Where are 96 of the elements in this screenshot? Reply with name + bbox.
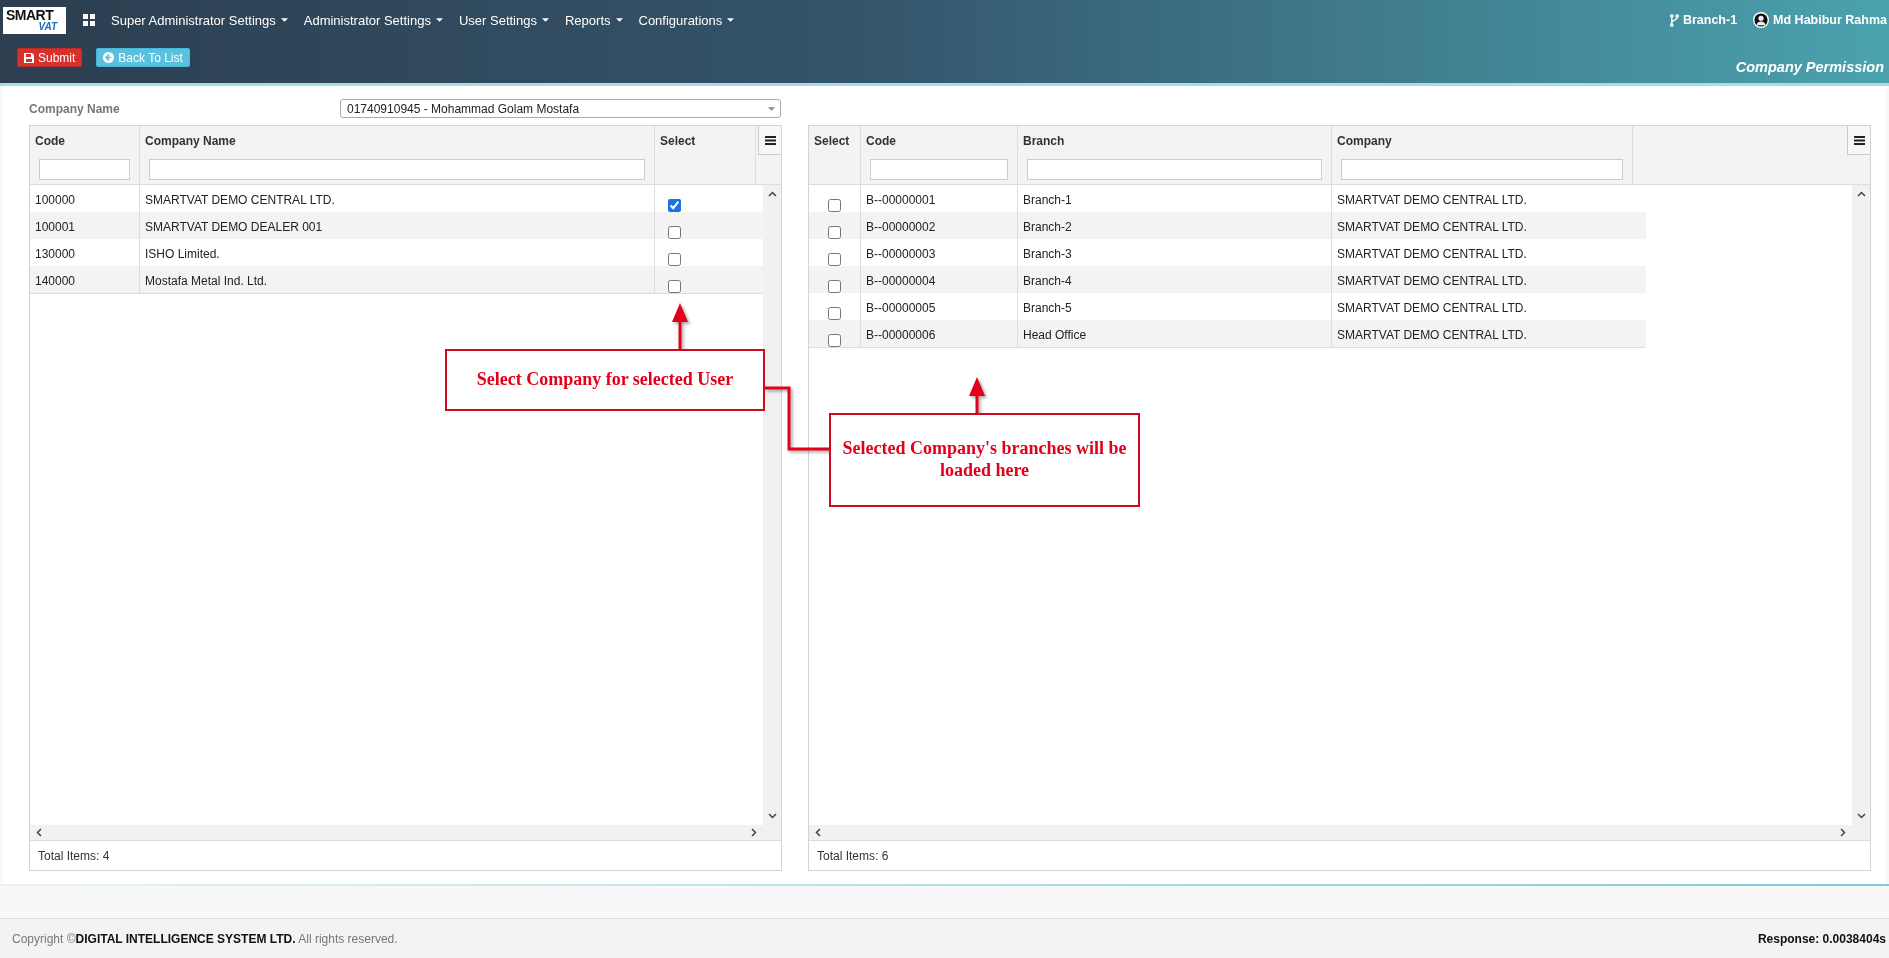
user-avatar-icon (1753, 12, 1770, 28)
column-header[interactable]: Branch (1018, 133, 1070, 149)
checkbox[interactable] (828, 253, 841, 266)
checkbox[interactable] (828, 199, 841, 212)
table-cell: SMARTVAT DEMO CENTRAL LTD. (1337, 193, 1527, 207)
branch-icon (1669, 13, 1679, 27)
column-header[interactable]: Code (861, 133, 901, 149)
caret-icon (435, 18, 443, 22)
table-cell: Branch-4 (1023, 274, 1072, 288)
total-items-text: Total Items: 6 (817, 848, 889, 863)
table-cell: SMARTVAT DEMO CENTRAL LTD. (1337, 247, 1527, 261)
nav-menu-item[interactable]: User Settings (458, 12, 549, 28)
copyright-text: Copyright ©DIGITAL INTELLIGENCE SYSTEM LTD. All rights reserved. (12, 931, 398, 946)
chevron-left-icon[interactable] (36, 828, 42, 837)
chevron-up-icon[interactable] (767, 191, 777, 197)
column-header[interactable]: Company (1332, 133, 1397, 149)
total-items-text: Total Items: 4 (38, 848, 110, 863)
connector-line (765, 386, 829, 451)
page-title: Company Permission (1735, 59, 1884, 75)
filter-field[interactable] (149, 159, 645, 180)
chevron-right-icon[interactable] (1840, 828, 1846, 837)
nav-menu-item[interactable]: Administrator Settings (303, 12, 443, 28)
horizontal-scrollbar[interactable] (809, 825, 1870, 840)
table-cell: Branch-5 (1023, 301, 1072, 315)
save-icon (24, 52, 34, 63)
apps-grid-icon[interactable] (83, 14, 95, 26)
annotation-callout: Selected Company's branches will be loaded here (829, 413, 1140, 507)
caret-down-icon (768, 106, 775, 111)
filter-field[interactable] (39, 159, 130, 180)
caret-icon (615, 18, 623, 22)
grid-menu-button[interactable] (1847, 126, 1870, 155)
chevron-right-icon[interactable] (751, 828, 757, 837)
table-cell: B--00000003 (866, 247, 936, 261)
filter-field[interactable] (1341, 159, 1623, 180)
checkbox[interactable] (668, 199, 681, 212)
callout-arrow (672, 303, 688, 349)
table-cell: Branch-2 (1023, 220, 1072, 234)
table-cell: ISHO Limited. (145, 247, 220, 261)
column-header[interactable]: Company Name (140, 133, 241, 149)
chevron-left-icon[interactable] (815, 828, 821, 837)
table-cell: Branch-1 (1023, 193, 1072, 207)
table-cell: Mostafa Metal Ind. Ltd. (145, 274, 268, 288)
table-cell: SMARTVAT DEMO CENTRAL LTD. (145, 193, 335, 207)
logo-text: VAT (38, 22, 57, 32)
filter-field[interactable] (870, 159, 1008, 180)
chevron-down-icon[interactable] (1856, 813, 1866, 819)
checkbox[interactable] (668, 280, 681, 293)
table-cell: SMARTVAT DEMO CENTRAL LTD. (1337, 328, 1527, 342)
table-cell: 100001 (35, 220, 76, 234)
table-cell: Branch-3 (1023, 247, 1072, 261)
grid-menu-button[interactable] (758, 126, 781, 155)
table-cell: B--00000001 (866, 193, 936, 207)
checkbox[interactable] (828, 280, 841, 293)
nav-menu-item[interactable]: Super Administrator Settings (111, 12, 288, 28)
response-time-text: Response: 0.0038404s (1757, 931, 1886, 946)
filter-field[interactable] (1027, 159, 1322, 180)
table-cell: B--00000005 (866, 301, 936, 315)
table-cell: B--00000002 (866, 220, 936, 234)
column-header[interactable]: Select (655, 133, 701, 149)
table-cell: SMARTVAT DEMO CENTRAL LTD. (1337, 301, 1527, 315)
menu-icon (1853, 135, 1865, 145)
field-label: Company Name (29, 101, 121, 116)
table-cell: SMARTVAT DEMO DEALER 001 (145, 220, 323, 234)
checkbox[interactable] (668, 226, 681, 239)
nav-menu-item[interactable]: Configurations (638, 12, 735, 28)
table-cell: 130000 (35, 247, 76, 261)
table-cell: SMARTVAT DEMO CENTRAL LTD. (1337, 220, 1527, 234)
column-header[interactable]: Select (809, 133, 855, 149)
horizontal-scrollbar[interactable] (30, 825, 781, 840)
menu-icon (764, 135, 776, 145)
table-cell: B--00000006 (866, 328, 936, 342)
vertical-scrollbar[interactable] (763, 185, 781, 825)
logo-text: SMART (6, 8, 54, 22)
annotation-callout: Select Company for selected User (445, 349, 765, 411)
checkbox[interactable] (828, 307, 841, 320)
vertical-scrollbar[interactable] (1852, 185, 1870, 825)
caret-icon (280, 18, 288, 22)
checkbox[interactable] (828, 226, 841, 239)
table-cell: SMARTVAT DEMO CENTRAL LTD. (1337, 274, 1527, 288)
column-header[interactable]: Code (30, 133, 70, 149)
nav-menu-item[interactable]: Reports (564, 12, 623, 28)
table-cell: 140000 (35, 274, 76, 288)
company-select[interactable]: 01740910945 - Mohammad Golam Mostafa (340, 99, 781, 118)
logo[interactable]: SMART VAT (3, 6, 66, 34)
table-cell: 100000 (35, 193, 76, 207)
callout-arrow (969, 377, 985, 413)
chevron-up-icon[interactable] (1856, 191, 1866, 197)
table-cell: Head Office (1023, 328, 1087, 342)
caret-icon (727, 18, 735, 22)
checkbox[interactable] (668, 253, 681, 266)
submit-button[interactable]: Submit (17, 48, 83, 67)
back-arrow-icon (103, 52, 115, 63)
checkbox[interactable] (828, 334, 841, 347)
caret-icon (541, 18, 549, 22)
table-cell: B--00000004 (866, 274, 936, 288)
chevron-down-icon[interactable] (767, 813, 777, 819)
